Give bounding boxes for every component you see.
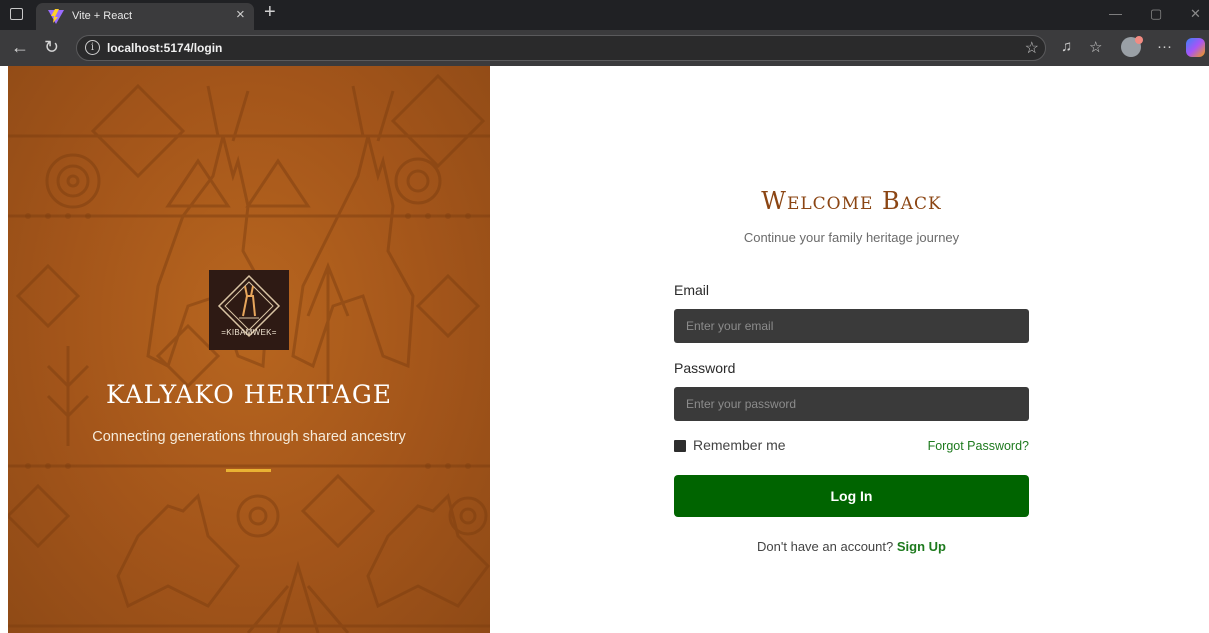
back-arrow-icon[interactable]: ← [11,37,29,58]
more-options-icon[interactable]: ··· [1157,38,1172,55]
login-button[interactable]: Log In [674,475,1029,517]
copilot-icon[interactable] [1186,38,1205,57]
page-title: Welcome Back [761,187,942,215]
signup-prompt: Don't have an account? Sign Up [674,539,1029,554]
password-label: Password [674,360,736,376]
email-field[interactable] [674,309,1029,343]
new-tab-button[interactable]: + [264,1,276,24]
vite-favicon-icon [48,9,64,24]
logo-text: =KIBAMWEK= [221,328,277,337]
remember-me-label[interactable]: Remember me [693,437,786,453]
password-field[interactable] [674,387,1029,421]
brand-title: KALYAKO HERITAGE [105,380,393,409]
logo-emblem-icon [217,274,281,338]
restore-button[interactable]: ▢ [1150,6,1162,22]
signup-link[interactable]: Sign Up [897,539,946,554]
address-bar-row: ← ↻ i localhost:5174/login ☆ ♫ ☆ ··· [0,30,1209,66]
browser-tab[interactable]: Vite + React × [36,3,254,30]
tab-title: Vite + React [72,10,133,22]
close-tab-icon[interactable]: × [236,6,245,23]
refresh-icon[interactable]: ↻ [44,37,59,58]
minimize-button[interactable]: — [1109,6,1122,21]
address-bar[interactable]: i localhost:5174/login ☆ [76,35,1046,61]
heritage-hero-panel: =KIBAMWEK= KALYAKO HERITAGE Connecting g… [8,66,490,633]
site-info-icon[interactable]: i [85,40,100,55]
kibamwek-logo: =KIBAMWEK= [209,270,289,350]
browser-tab-bar: Vite + React × + — ▢ ✕ [0,0,1209,30]
favorite-star-icon[interactable]: ☆ [1025,38,1039,58]
no-account-text: Don't have an account? [757,539,894,554]
brand-tagline: Connecting generations through shared an… [92,429,406,445]
close-window-button[interactable]: ✕ [1190,6,1201,22]
email-label: Email [674,282,710,298]
favorites-icon[interactable]: ☆ [1089,38,1102,56]
tab-actions-icon[interactable] [10,8,23,20]
read-aloud-icon[interactable]: ♫ [1061,38,1072,55]
page-subtitle: Continue your family heritage journey [743,230,960,245]
remember-me-checkbox[interactable] [674,440,686,452]
forgot-password-link[interactable]: Forgot Password? [928,439,1029,453]
profile-avatar[interactable] [1121,36,1143,57]
accent-divider [226,469,271,472]
url-text[interactable]: localhost:5174/login [107,41,222,55]
